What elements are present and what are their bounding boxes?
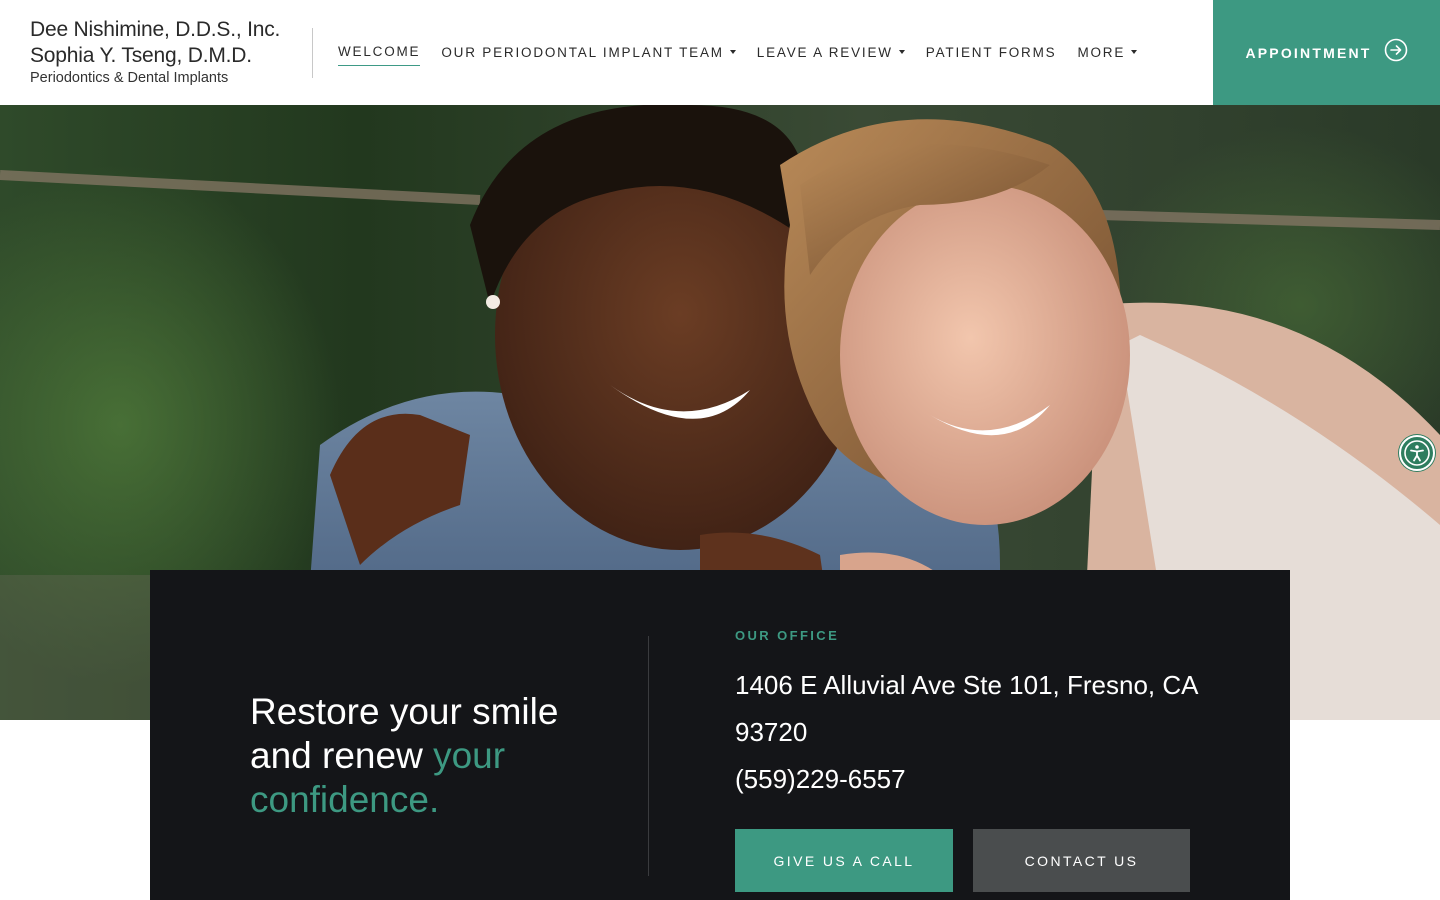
site-header: Dee Nishimine, D.D.S., Inc. Sophia Y. Ts… xyxy=(0,0,1440,105)
panel-divider xyxy=(648,636,649,876)
info-panel: Restore your smile and renew your confid… xyxy=(150,570,1290,900)
contact-label: CONTACT US xyxy=(1024,852,1139,869)
accessibility-button[interactable] xyxy=(1399,435,1435,471)
give-us-a-call-button[interactable]: GIVE US A CALL xyxy=(735,829,953,892)
nav-label: PATIENT FORMS xyxy=(925,44,1057,60)
nav-label: LEAVE A REVIEW xyxy=(756,44,893,60)
nav-label: OUR PERIODONTAL IMPLANT TEAM xyxy=(441,44,724,60)
accessibility-icon xyxy=(1404,440,1430,466)
nav-label: MORE xyxy=(1077,44,1126,60)
main-nav: WELCOME OUR PERIODONTAL IMPLANT TEAM LEA… xyxy=(338,44,1138,66)
nav-item-patient-forms[interactable]: PATIENT FORMS xyxy=(926,44,1057,66)
office-address[interactable]: 1406 E Alluvial Ave Ste 101, Fresno, CA … xyxy=(735,662,1205,756)
nav-label: WELCOME xyxy=(338,44,421,59)
tagline-main: Restore your smile and renew xyxy=(250,691,559,776)
nav-item-review[interactable]: LEAVE A REVIEW xyxy=(757,44,905,66)
chevron-down-icon xyxy=(1131,50,1138,54)
chevron-down-icon xyxy=(729,50,736,54)
arrow-right-circle-icon xyxy=(1384,38,1408,67)
header-divider xyxy=(312,28,313,78)
office-phone[interactable]: (559)229-6557 xyxy=(735,756,906,803)
brand-logo[interactable]: Dee Nishimine, D.D.S., Inc. Sophia Y. Ts… xyxy=(30,17,280,87)
chevron-down-icon xyxy=(898,50,905,54)
office-label: OUR OFFICE xyxy=(735,628,840,643)
nav-item-team[interactable]: OUR PERIODONTAL IMPLANT TEAM xyxy=(441,44,736,66)
contact-us-button[interactable]: CONTACT US xyxy=(973,829,1190,892)
hero-tagline: Restore your smile and renew your confid… xyxy=(250,690,610,822)
nav-item-welcome[interactable]: WELCOME xyxy=(338,44,421,66)
appointment-button[interactable]: APPOINTMENT xyxy=(1213,0,1440,105)
appointment-label: APPOINTMENT xyxy=(1245,44,1372,61)
call-label: GIVE US A CALL xyxy=(773,852,915,869)
brand-tagline: Periodontics & Dental Implants xyxy=(30,70,229,86)
brand-line-2: Sophia Y. Tseng, D.M.D. xyxy=(30,44,252,67)
nav-item-more[interactable]: MORE xyxy=(1077,44,1138,66)
brand-line-1: Dee Nishimine, D.D.S., Inc. xyxy=(30,18,281,41)
